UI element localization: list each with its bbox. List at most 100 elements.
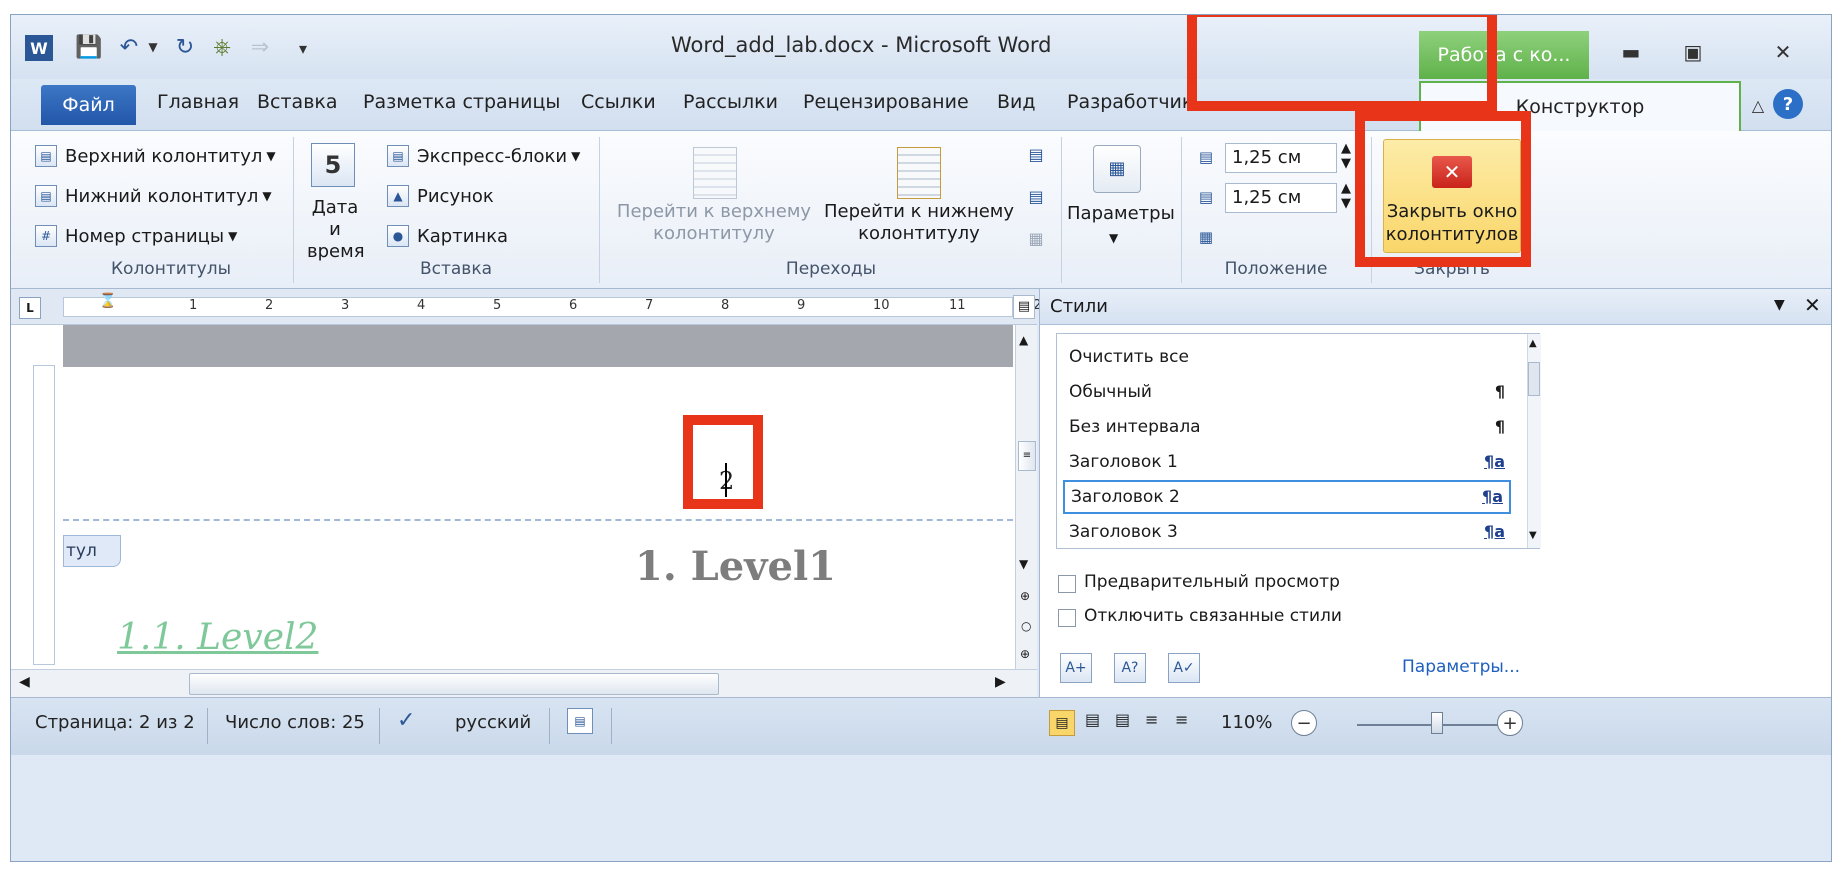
insert-alignment-tab-icon[interactable]: ▦ [1193, 225, 1219, 249]
tab-review[interactable]: Рецензирование [803, 91, 969, 113]
style-item[interactable]: Заголовок 3 ¶a [1063, 515, 1511, 549]
tab-page-layout[interactable]: Разметка страницы [363, 91, 560, 113]
style-item[interactable]: Заголовок 1 ¶a [1063, 445, 1511, 479]
group-label-position: Положение [1224, 259, 1328, 279]
scroll-down-icon[interactable]: ▼ [1019, 557, 1028, 571]
styles-options-link[interactable]: Параметры... [1402, 657, 1520, 677]
tab-home[interactable]: Главная [157, 91, 239, 113]
zoom-level[interactable]: 110% [1221, 712, 1272, 733]
ruler-number: 9 [797, 298, 806, 313]
calendar-icon[interactable]: 5 [311, 143, 355, 187]
picture-button[interactable]: ▲ Рисунок [387, 185, 494, 207]
page-status[interactable]: Страница: 2 из 2 [35, 712, 195, 733]
previous-section-icon[interactable]: ▤ [1023, 141, 1049, 167]
preview-checkbox[interactable] [1058, 575, 1076, 593]
header-icon: ▤ [35, 145, 57, 167]
footer-position-input[interactable]: 1,25 см [1225, 183, 1337, 213]
page-number-button[interactable]: # Номер страницы ▼ [35, 225, 237, 247]
draft-view-icon[interactable]: ≡ [1175, 710, 1188, 729]
indent-marker-icon[interactable]: ⌛ [99, 293, 116, 309]
style-item[interactable]: Очистить все [1063, 340, 1511, 374]
scroll-up-icon[interactable]: ▲ [1529, 338, 1537, 349]
style-inspector-icon[interactable]: A? [1114, 653, 1146, 683]
clipart-icon: ● [387, 225, 409, 247]
undo-icon[interactable]: ↶ [115, 33, 143, 61]
scroll-thumb[interactable] [1528, 362, 1540, 396]
options-button[interactable]: Параметры [1067, 203, 1175, 224]
horizontal-ruler[interactable]: L ⌛ 123456789101112 ▤ [11, 289, 1042, 325]
header-position-spinner[interactable]: ▲ ▼ [1341, 141, 1351, 171]
hscroll-thumb[interactable] [189, 673, 719, 695]
proofing-icon[interactable]: ✓ [397, 708, 415, 733]
save-icon[interactable]: 💾 [75, 33, 103, 61]
clipart-button[interactable]: ● Картинка [387, 225, 508, 247]
minimize-icon[interactable]: ▬ [1611, 37, 1651, 67]
outline-view-icon[interactable]: ≡ [1145, 710, 1158, 729]
goto-footer-button[interactable]: Перейти к нижнему колонтитулу [819, 201, 1019, 245]
full-screen-view-icon[interactable]: ▤ [1085, 710, 1100, 729]
close-pane-icon[interactable]: ✕ [1804, 293, 1821, 317]
date-time-button[interactable]: Дата и время [307, 197, 365, 263]
express-blocks-button[interactable]: ▤ Экспресс-блоки ▼ [387, 145, 580, 167]
web-layout-view-icon[interactable]: ▤ [1115, 710, 1130, 729]
zoom-out-icon[interactable]: − [1291, 710, 1317, 736]
ruler-number: 5 [493, 298, 502, 313]
style-item-name: Без интервала [1069, 417, 1201, 437]
scroll-thumb[interactable]: ≡ [1018, 441, 1036, 471]
styles-list-scrollbar[interactable]: ▲ ▼ [1527, 334, 1541, 548]
group-label-insert: Вставка [419, 259, 493, 279]
browse-object-icon[interactable]: ○ [1021, 619, 1031, 633]
disable-linked-styles-checkbox[interactable] [1058, 609, 1076, 627]
scroll-down-icon[interactable]: ▼ [1529, 530, 1537, 541]
tab-mailings[interactable]: Рассылки [683, 91, 778, 113]
new-style-icon[interactable]: A+ [1060, 653, 1092, 683]
pane-menu-icon[interactable]: ▼ [1774, 297, 1785, 313]
macro-record-icon[interactable]: ▤ [567, 708, 593, 734]
view-ruler-icon[interactable]: ▤ [1013, 295, 1035, 319]
tab-developer[interactable]: Разработчик [1067, 91, 1193, 113]
scroll-right-icon[interactable]: ▶ [995, 674, 1006, 690]
document-horizontal-scrollbar[interactable]: ◀ ▶ [11, 669, 1037, 697]
style-item[interactable]: Заголовок 2 ¶a [1063, 480, 1511, 514]
header-position-input[interactable]: 1,25 см [1225, 143, 1337, 173]
language-status[interactable]: русский [455, 712, 531, 733]
next-section-icon[interactable]: ▤ [1023, 183, 1049, 209]
vertical-ruler [33, 365, 55, 665]
scroll-up-icon[interactable]: ▲ [1019, 333, 1028, 347]
structure-icon[interactable]: ⎈ [207, 33, 237, 61]
zoom-slider-thumb[interactable] [1431, 712, 1443, 734]
tab-selector-icon[interactable]: L [19, 297, 41, 319]
options-icon[interactable]: ▦ [1093, 145, 1141, 193]
style-item[interactable]: Обычный ¶ [1063, 375, 1511, 409]
manage-styles-icon[interactable]: A✓ [1168, 653, 1200, 683]
header-button[interactable]: ▤ Верхний колонтитул ▼ [35, 145, 276, 167]
maximize-icon[interactable]: ▣ [1673, 37, 1713, 67]
help-icon[interactable]: ? [1773, 89, 1803, 119]
word-app-icon[interactable]: W [25, 35, 53, 61]
styles-list[interactable]: Очистить все Обычный ¶ Без интервала ¶ Заголо… [1056, 333, 1541, 549]
footer-position-spinner[interactable]: ▲ ▼ [1341, 181, 1351, 211]
document-vertical-scrollbar[interactable]: ▲ ≡ ▼ ⊕ ○ ⊕ [1015, 325, 1037, 669]
word-count-status[interactable]: Число слов: 25 [225, 712, 365, 733]
zoom-in-icon[interactable]: + [1497, 710, 1523, 736]
footer-button[interactable]: ▤ Нижний колонтитул ▼ [35, 185, 272, 207]
redo-icon[interactable]: ↻ [171, 33, 199, 61]
goto-footer-icon[interactable] [897, 147, 941, 199]
customize-qat-icon[interactable]: ▾ [293, 35, 313, 61]
heading-level2[interactable]: 1.1. Level2 [117, 617, 318, 658]
tab-file[interactable]: Файл [41, 85, 136, 125]
undo-dropdown-icon[interactable]: ▼ [145, 37, 161, 57]
next-page-icon[interactable]: ⊕ [1020, 647, 1030, 661]
print-layout-view-icon[interactable]: ▤ [1049, 710, 1075, 736]
close-window-icon[interactable]: ✕ [1763, 37, 1803, 67]
style-item[interactable]: Без интервала ¶ [1063, 410, 1511, 444]
tab-insert[interactable]: Вставка [257, 91, 338, 113]
tab-view[interactable]: Вид [997, 91, 1036, 113]
scroll-left-icon[interactable]: ◀ [19, 674, 30, 690]
status-separator [379, 708, 380, 744]
minimize-ribbon-icon[interactable]: △ [1747, 93, 1769, 117]
tab-references[interactable]: Ссылки [581, 91, 656, 113]
heading-level1[interactable]: 1. Level1 [635, 543, 836, 590]
status-separator [549, 708, 550, 744]
previous-page-icon[interactable]: ⊕ [1020, 589, 1030, 603]
